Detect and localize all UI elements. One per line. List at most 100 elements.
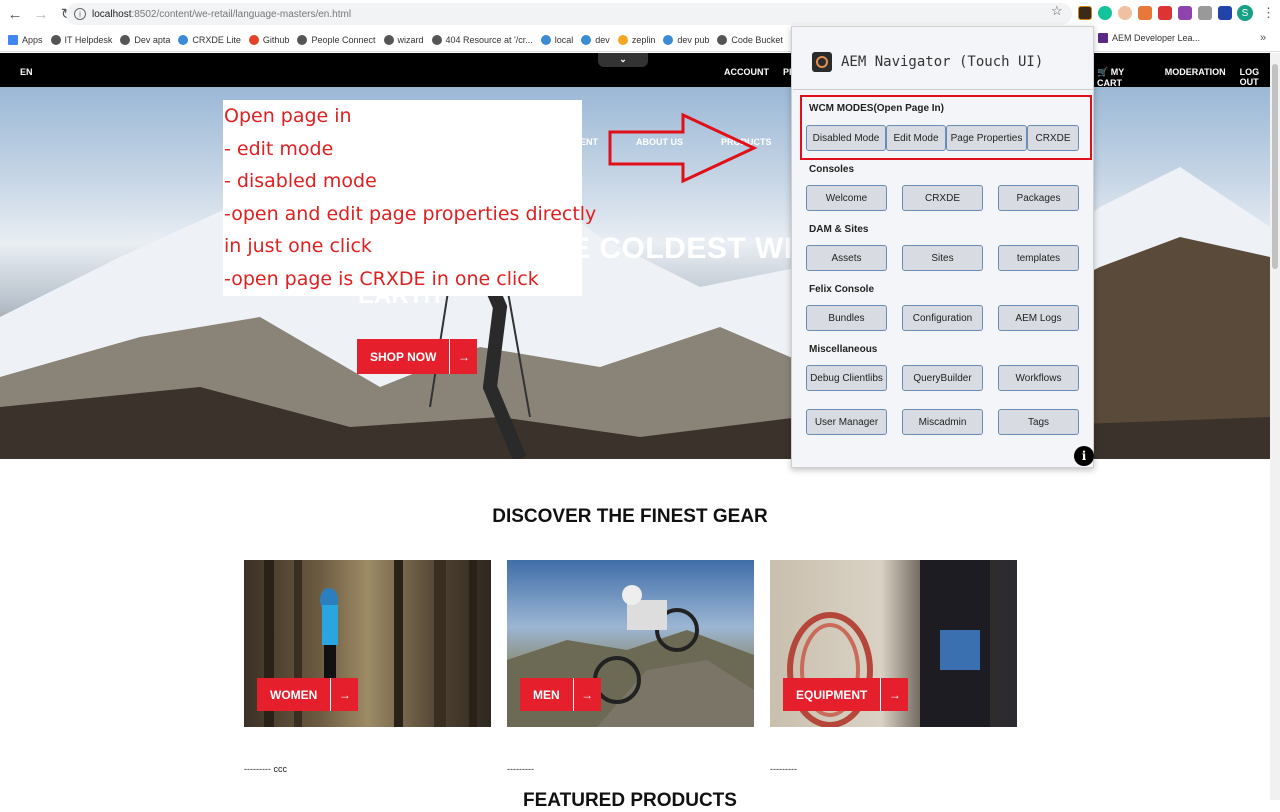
language-selector[interactable]: EN — [20, 67, 33, 77]
men-cta-button[interactable]: MEN → — [520, 678, 601, 711]
bookmark-item[interactable]: dev pub — [663, 34, 709, 45]
forward-icon[interactable]: → — [30, 3, 52, 25]
globe-icon — [120, 34, 131, 45]
bookmark-item[interactable]: Code Bucket — [717, 34, 783, 45]
zeplin-icon — [617, 34, 628, 45]
featured-heading: FEATURED PRODUCTS — [523, 790, 737, 811]
tags-button[interactable]: Tags — [998, 409, 1079, 435]
site-info-icon[interactable]: i — [74, 8, 86, 20]
bookmark-item[interactable]: 404 Resource at '/cr... — [431, 34, 533, 45]
workflows-button[interactable]: Workflows — [998, 365, 1079, 391]
gitlab-icon — [248, 34, 259, 45]
templates-button[interactable]: templates — [998, 245, 1079, 271]
annotation-note: Open page in - edit mode - disabled mode… — [223, 100, 596, 296]
annotation-line: -open page is CRXDE in one click — [224, 267, 539, 290]
disabled-mode-button[interactable]: Disabled Mode — [806, 125, 886, 151]
bookmark-item[interactable]: CRXDE Lite — [178, 34, 241, 45]
account-link[interactable]: ACCOUNT — [724, 67, 769, 77]
category-card-men[interactable]: MEN → — [507, 560, 754, 727]
browser-menu-icon[interactable]: ⋮ — [1262, 5, 1275, 21]
address-bar[interactable]: i localhost:8502/content/we-retail/langu… — [66, 3, 1072, 25]
women-cta-button[interactable]: WOMEN → — [257, 678, 359, 711]
my-cart-link[interactable]: 🛒 MY CART — [1097, 67, 1151, 88]
crxde-button[interactable]: CRXDE — [902, 185, 983, 211]
arrow-right-icon: → — [880, 678, 909, 711]
configuration-button[interactable]: Configuration — [902, 305, 983, 331]
welcome-button[interactable]: Welcome — [806, 185, 887, 211]
card-caption: --------- ccc — [244, 764, 287, 774]
ext-icon-3[interactable] — [1118, 6, 1132, 20]
bookmark-star-icon[interactable]: ☆ — [1051, 3, 1063, 19]
packages-button[interactable]: Packages — [998, 185, 1079, 211]
bookmark-item[interactable]: zeplin — [617, 34, 655, 45]
annotation-line: in just one click — [224, 235, 372, 257]
moderation-link[interactable]: MODERATION — [1165, 67, 1226, 88]
bookmark-aem-developer[interactable]: AEM Developer Lea... — [1098, 33, 1200, 43]
aem-navigator-logo-icon — [812, 52, 832, 72]
ext-icon-6[interactable] — [1178, 6, 1192, 20]
ext-icon-8[interactable] — [1218, 6, 1232, 20]
bookmarks-overflow-icon[interactable]: » — [1260, 32, 1266, 44]
url-host: localhost — [92, 8, 132, 20]
camera-ext-icon[interactable] — [1198, 6, 1212, 20]
bundles-button[interactable]: Bundles — [806, 305, 887, 331]
debug-clientlibs-button[interactable]: Debug Clientlibs — [806, 365, 887, 391]
bookmark-item[interactable]: IT Helpdesk — [50, 34, 112, 45]
globe-icon — [431, 34, 442, 45]
crxde-mode-button[interactable]: CRXDE — [1027, 125, 1079, 151]
equipment-label: EQUIPMENT — [783, 678, 881, 711]
arrow-right-icon: → — [449, 339, 478, 374]
scrollbar-thumb[interactable] — [1272, 64, 1278, 269]
globe-icon — [717, 34, 728, 45]
section-label-felix: Felix Console — [809, 284, 875, 295]
bookmark-item[interactable]: wizard — [383, 34, 424, 45]
grammarly-ext-icon[interactable] — [1098, 6, 1112, 20]
aem-navigator-ext-icon[interactable] — [1078, 6, 1092, 20]
category-card-equipment[interactable]: EQUIPMENT → — [770, 560, 1017, 727]
card-caption: --------- — [770, 764, 797, 774]
chevron-down-icon[interactable]: ⌄ — [598, 53, 648, 67]
apps-grid-icon — [8, 34, 18, 45]
miscadmin-button[interactable]: Miscadmin — [902, 409, 983, 435]
info-icon[interactable]: i — [1074, 446, 1094, 466]
bookmark-apps[interactable]: Apps — [8, 34, 43, 45]
annotation-line: - edit mode — [224, 137, 334, 160]
nav-item-partial[interactable]: ENT — [580, 137, 598, 147]
annotation-arrow-icon — [608, 112, 758, 184]
shop-now-button[interactable]: SHOP NOW → — [357, 339, 478, 374]
section-label-misc: Miscellaneous — [809, 344, 878, 355]
globe-icon — [297, 34, 308, 45]
bookmark-item[interactable]: dev — [581, 34, 610, 45]
discover-heading: DISCOVER THE FINEST GEAR — [492, 506, 768, 527]
bookmark-item[interactable]: Dev apta — [120, 34, 170, 45]
sg-icon — [1098, 33, 1108, 43]
bookmark-item[interactable]: Github — [248, 34, 289, 45]
extensions-bar — [1078, 6, 1232, 20]
crxde-icon — [581, 34, 592, 45]
back-icon[interactable]: ← — [4, 3, 26, 25]
aem-logs-button[interactable]: AEM Logs — [998, 305, 1079, 331]
arrow-right-icon: → — [330, 678, 359, 711]
divider — [793, 89, 1093, 90]
sites-button[interactable]: Sites — [902, 245, 983, 271]
section-label-dam: DAM & Sites — [809, 224, 869, 235]
aem-navigator-popup: AEM Navigator (Touch UI) WCM MODES(Open … — [791, 26, 1094, 468]
ext-icon-5[interactable] — [1158, 6, 1172, 20]
querybuilder-button[interactable]: QueryBuilder — [902, 365, 983, 391]
user-manager-button[interactable]: User Manager — [806, 409, 887, 435]
card-caption: --------- — [507, 764, 534, 774]
annotation-line: - disabled mode — [224, 170, 377, 192]
bookmark-item[interactable]: People Connect — [297, 34, 376, 45]
profile-avatar[interactable]: S — [1237, 5, 1253, 21]
women-label: WOMEN — [257, 678, 331, 711]
assets-button[interactable]: Assets — [806, 245, 887, 271]
category-card-women[interactable]: WOMEN → — [244, 560, 491, 727]
crxde-icon — [540, 34, 551, 45]
page-properties-button[interactable]: Page Properties — [946, 125, 1027, 151]
bookmark-item[interactable]: local — [540, 34, 573, 45]
ext-icon-4[interactable] — [1138, 6, 1152, 20]
edit-mode-button[interactable]: Edit Mode — [886, 125, 946, 151]
url-path: :8502/content/we-retail/language-masters… — [131, 8, 352, 20]
popup-title: AEM Navigator (Touch UI) — [841, 54, 1044, 70]
equipment-cta-button[interactable]: EQUIPMENT → — [783, 678, 909, 711]
